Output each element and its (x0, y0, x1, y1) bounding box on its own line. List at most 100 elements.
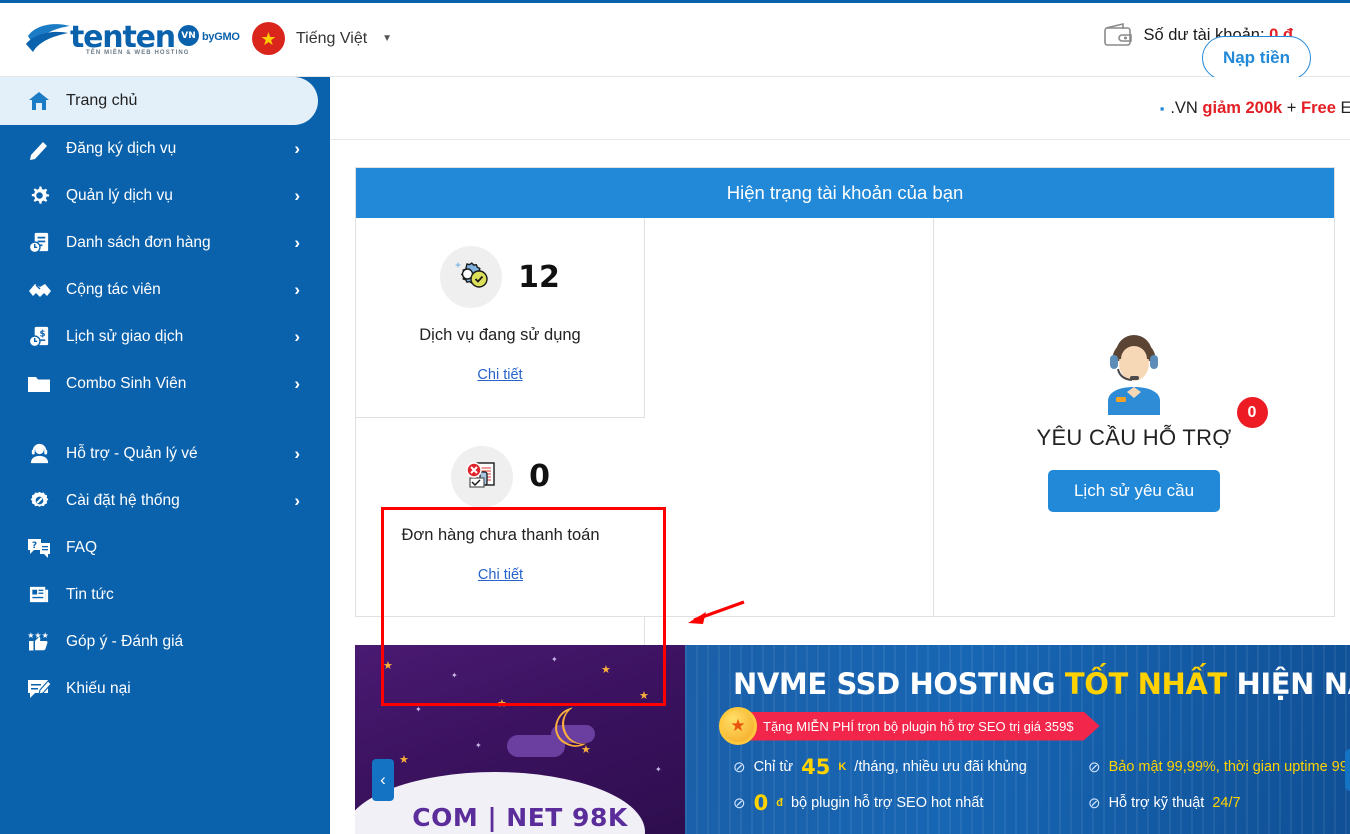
logo-vn-badge: VN (178, 25, 199, 46)
promo-banner-hosting[interactable]: NVME SSD HOSTING TỐT NHẤT HIỆN NAY ★ Tặn… (685, 645, 1350, 834)
banner-title: NVME SSD HOSTING TỐT NHẤT HIỆN NAY (733, 667, 1350, 701)
order-list-icon (22, 229, 56, 257)
chevron-right-icon: › (294, 326, 300, 346)
carousel-next-button[interactable]: › (1345, 749, 1350, 791)
star-icon: ★ (399, 754, 409, 766)
invoice-cancel-icon (451, 445, 514, 508)
newspaper-icon (22, 581, 56, 609)
promo-banner-carousel: ★ ✦ ★ ✦ ★ ★ ✦ ★ ✦ ★ ✦ ☾ COM | NET 98K NV… (355, 645, 1350, 834)
language-selector[interactable]: ★ Tiếng Việt ▼ (252, 22, 392, 55)
sidebar-item-danh-sach-don-hang[interactable]: Danh sách đơn hàng › (0, 219, 330, 266)
headset-user-icon (22, 440, 56, 468)
sidebar-divider-gap (0, 407, 330, 430)
star-icon: ★ (383, 660, 393, 672)
check-circle-icon: ⊘ (733, 795, 746, 812)
request-history-button[interactable]: Lịch sử yêu cầu (1047, 470, 1221, 512)
sidebar-label: Trang chủ (66, 92, 138, 109)
feature-sup: K (838, 761, 847, 773)
account-balance: Số dư tài khoản: 0 đ Nạp tiền (1103, 22, 1311, 80)
feature-suffix: 24/7 (1212, 795, 1241, 811)
stat-card-grid: 12 Dịch vụ đang sử dụng Chi tiết 0 Đơn h… (356, 218, 934, 817)
logo-swoosh-icon (26, 24, 70, 52)
tenten-logo[interactable]: tenten VN byGMO TÊN MIỀN & WEB HOSTING (26, 18, 240, 60)
sidebar-label: Cài đặt hệ thống (66, 491, 180, 509)
panel-title: Hiện trạng tài khoản của bạn (356, 168, 1334, 218)
chevron-right-icon: › (294, 373, 300, 393)
card-label: Đơn hàng chưa thanh toán (401, 525, 600, 544)
feature-suffix: bộ plugin hỗ trợ SEO hot nhất (790, 795, 984, 811)
sidebar-label: Lịch sử giao dịch (66, 327, 184, 345)
main-content: ▪ .VN giảm 200k + Free Email Pro Hiện trạ… (330, 77, 1350, 834)
marquee-highlight-1: giảm 200k (1202, 98, 1283, 117)
sidebar-item-cai-dat-he-thong[interactable]: Cài đặt hệ thống › (0, 477, 330, 524)
promo-banner-domain[interactable]: ★ ✦ ★ ✦ ★ ★ ✦ ★ ✦ ★ ✦ ☾ COM | NET 98K (355, 645, 685, 834)
carousel-prev-button[interactable]: ‹ (372, 759, 394, 801)
sidebar-item-trang-chu[interactable]: Trang chủ (0, 77, 318, 125)
panel-body: 12 Dịch vụ đang sử dụng Chi tiết 0 Đơn h… (356, 218, 1334, 817)
marquee-highlight-2: Free (1301, 98, 1336, 117)
promo-marquee-bar: ▪ .VN giảm 200k + Free Email Pro (330, 77, 1350, 140)
feature-prefix: Chỉ từ (753, 759, 794, 775)
status-badge: 0 (1236, 397, 1268, 428)
feature-big-value: 0 (753, 791, 769, 815)
sidebar-label: Khiếu nại (66, 679, 131, 697)
card-row: 12 (440, 240, 560, 314)
banner-title-part2: HIỆN NAY (1236, 667, 1350, 701)
chevron-right-icon: › (294, 138, 300, 158)
stat-card-dich-vu-dang-su-dung[interactable]: 12 Dịch vụ đang sử dụng Chi tiết (356, 218, 645, 418)
feature-item: ⊘ 0đ bộ plugin hỗ trợ SEO hot nhất (733, 791, 1088, 815)
sidebar-item-quan-ly-dich-vu[interactable]: Quản lý dịch vụ › (0, 172, 330, 219)
sidebar-item-tin-tuc[interactable]: Tin tức (0, 571, 330, 618)
check-circle-icon: ⊘ (1088, 759, 1101, 776)
gear-icon (22, 182, 56, 210)
sidebar-item-dang-ky-dich-vu[interactable]: Đăng ký dịch vụ › (0, 125, 330, 172)
banner-ribbon: ★ Tặng MIỄN PHÍ trọn bộ plugin hỗ trợ SE… (719, 707, 1100, 745)
ribbon-text: Tặng MIỄN PHÍ trọn bộ plugin hỗ trợ SEO … (745, 712, 1100, 741)
check-circle-icon: ⊘ (733, 759, 746, 776)
topup-button[interactable]: Nạp tiền (1201, 36, 1311, 80)
complaint-icon (22, 675, 56, 703)
faq-icon: ? (22, 534, 56, 562)
chevron-right-icon: › (294, 232, 300, 252)
support-agent-icon (1108, 335, 1160, 415)
star-icon: ★ (497, 698, 507, 710)
home-icon (22, 87, 56, 115)
sidebar-label: Quản lý dịch vụ (66, 186, 173, 204)
sidebar-item-khieu-nai[interactable]: Khiếu nại (0, 665, 330, 712)
card-label: Dịch vụ đang sử dụng (419, 326, 581, 344)
top-header: tenten VN byGMO TÊN MIỀN & WEB HOSTING ★… (0, 0, 1350, 80)
chevron-down-icon: ▼ (382, 33, 393, 44)
pencil-icon (22, 135, 56, 163)
card-detail-link[interactable]: Chi tiết (477, 367, 522, 383)
logo-gmo-text: byGMO (202, 31, 240, 43)
folder-icon (22, 370, 56, 398)
handshake-icon (22, 276, 56, 304)
sidebar-item-combo-sinh-vien[interactable]: Combo Sinh Viên › (0, 360, 330, 407)
thumbs-up-icon: ★★★ (22, 628, 56, 656)
sidebar-label: Góp ý - Đánh giá (66, 632, 184, 650)
promo-marquee-text[interactable]: ▪ .VN giảm 200k + Free Email Pro (1160, 99, 1350, 118)
sidebar: Trang chủ Đăng ký dịch vụ › Quản lý dịch… (0, 77, 330, 834)
sidebar-label: Đăng ký dịch vụ (66, 139, 177, 157)
sidebar-item-lich-su-giao-dich[interactable]: $ Lịch sử giao dịch › (0, 313, 330, 360)
sidebar-item-cong-tac-vien[interactable]: Cộng tác viên › (0, 266, 330, 313)
chevron-right-icon: › (294, 279, 300, 299)
star-icon: ★ (601, 664, 611, 676)
card-detail-link[interactable]: Chi tiết (478, 567, 523, 583)
check-circle-icon: ⊘ (1088, 795, 1101, 812)
star-icon: ✦ (655, 765, 662, 774)
stat-card-don-hang-chua-thanh-toan[interactable]: 0 Đơn hàng chưa thanh toán Chi tiết (356, 418, 645, 617)
feature-suffix: Bảo mật 99,99%, thời gian uptime 99,98 (1108, 759, 1350, 775)
chevron-right-icon: › (294, 185, 300, 205)
card-row: 0 (451, 440, 550, 514)
language-label: Tiếng Việt (296, 29, 368, 47)
star-icon: ✦ (415, 705, 422, 714)
chevron-right-icon: › (294, 490, 300, 510)
star-icon: ★ (639, 690, 649, 702)
sidebar-item-faq[interactable]: ? FAQ (0, 524, 330, 571)
logo-tagline: TÊN MIỀN & WEB HOSTING (86, 50, 190, 56)
marquee-after: Email Pro (1336, 99, 1350, 117)
sidebar-item-ho-tro-quan-ly-ve[interactable]: Hỗ trợ - Quản lý vé › (0, 430, 330, 477)
sidebar-item-gop-y-danh-gia[interactable]: ★★★ Góp ý - Đánh giá (0, 618, 330, 665)
wallet-icon (1104, 22, 1133, 46)
